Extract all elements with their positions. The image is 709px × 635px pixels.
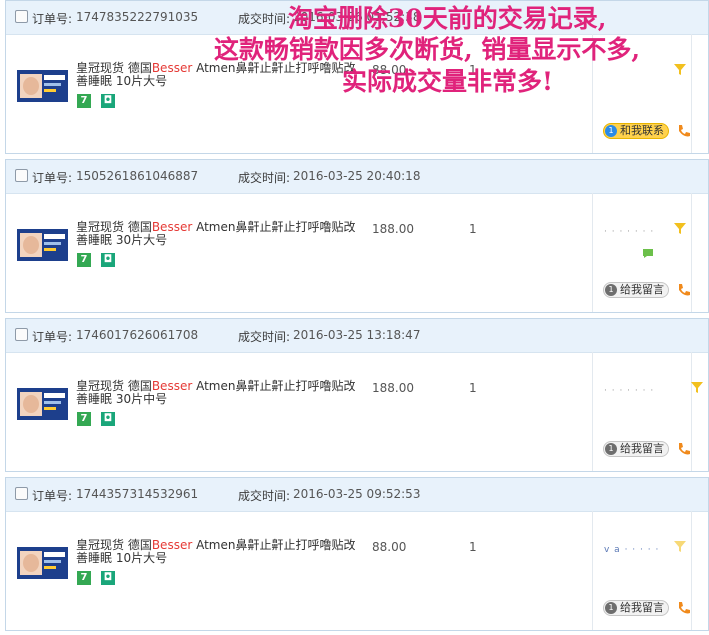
flag-icon[interactable] [672,538,688,554]
deal-time-label: 成交时间: [238,489,291,503]
seven-day-return-icon[interactable]: 7 [77,253,91,267]
order-number-label: 订单号: [32,12,73,26]
order-number-label: 订单号: [32,171,73,185]
order-checkbox[interactable] [15,10,28,23]
seven-day-return-icon[interactable]: 7 [77,412,91,426]
guarantee-icon[interactable]: ◘ [101,571,115,585]
product-thumbnail[interactable] [16,541,69,585]
deal-time-label: 成交时间: [238,330,291,344]
guarantee-icon[interactable]: ◘ [101,253,115,267]
buyer-name-link[interactable] [604,68,664,78]
unit-price: 188.00 [372,381,414,395]
product-title-link[interactable]: 皇冠现货 德国Besser Atmen鼻鼾止鼾止打呼噜贴改善睡眠 10片大号 [76,62,356,88]
chat-count-icon: 1 [605,125,617,137]
leave-message-button[interactable]: 1 给我留言 [603,600,669,616]
chat-count-icon: 1 [605,443,617,455]
seven-day-return-icon[interactable]: 7 [77,571,91,585]
quantity: 1 [469,63,477,77]
order-number-label: 订单号: [32,489,73,503]
quantity: 1 [469,540,477,554]
deal-time: 2016-03-26 01:52:38 [293,10,421,24]
product-title-link[interactable]: 皇冠现货 德国Besser Atmen鼻鼾止鼾止打呼噜贴改善睡眠 30片大号 [76,221,356,247]
chat-count-icon: 1 [605,602,617,614]
product-thumbnail[interactable] [16,382,69,426]
product-title-link[interactable]: 皇冠现货 德国Besser Atmen鼻鼾止鼾止打呼噜贴改善睡眠 30片中号 [76,380,356,406]
deal-time: 2016-03-25 09:52:53 [293,487,421,501]
order-card: 订单号: 1747835222791035 成交时间: 2016-03-26 0… [5,0,709,154]
chat-count-icon: 1 [605,284,617,296]
deal-time: 2016-03-25 13:18:47 [293,328,421,342]
buyer-name-link[interactable]: · · · · · · · [604,227,664,237]
phone-icon[interactable] [676,123,692,139]
order-checkbox[interactable] [15,487,28,500]
order-header: 订单号: 1747835222791035 成交时间: 2016-03-26 0… [6,1,708,35]
product-thumbnail[interactable] [16,64,69,108]
order-card: 订单号: 1744357314532961 成交时间: 2016-03-25 0… [5,477,709,631]
column-divider [592,352,593,471]
order-number: 1747835222791035 [76,10,199,24]
quantity: 1 [469,381,477,395]
guarantee-icon[interactable]: ◘ [101,94,115,108]
buyer-name-link[interactable]: v a · · · · · [604,545,664,555]
order-header: 订单号: 1505261861046887 成交时间: 2016-03-25 2… [6,160,708,194]
buyer-name-link[interactable]: · · · · · · · [604,386,664,396]
deal-time-label: 成交时间: [238,12,291,26]
leave-message-button[interactable]: 1 给我留言 [603,441,669,457]
order-number: 1744357314532961 [76,487,199,501]
column-divider [592,193,593,312]
unit-price: 188.00 [372,222,414,236]
order-checkbox[interactable] [15,328,28,341]
flag-icon[interactable] [689,379,705,395]
product-thumbnail[interactable] [16,223,69,267]
unit-price: 88.00 [372,540,407,554]
order-card: 订单号: 1505261861046887 成交时间: 2016-03-25 2… [5,159,709,313]
order-checkbox[interactable] [15,169,28,182]
order-number: 1505261861046887 [76,169,199,183]
product-title-link[interactable]: 皇冠现货 德国Besser Atmen鼻鼾止鼾止打呼噜贴改善睡眠 10片大号 [76,539,356,565]
phone-icon[interactable] [676,441,692,457]
contact-seller-button[interactable]: 1 和我联系 [603,123,669,139]
deal-time: 2016-03-25 20:40:18 [293,169,421,183]
phone-icon[interactable] [676,600,692,616]
seven-day-return-icon[interactable]: 7 [77,94,91,108]
flag-icon[interactable] [672,61,688,77]
guarantee-icon[interactable]: ◘ [101,412,115,426]
order-header: 订单号: 1744357314532961 成交时间: 2016-03-25 0… [6,478,708,512]
phone-icon[interactable] [676,282,692,298]
unit-price: 88.00 [372,63,407,77]
order-card: 订单号: 1746017626061708 成交时间: 2016-03-25 1… [5,318,709,472]
order-header: 订单号: 1746017626061708 成交时间: 2016-03-25 1… [6,319,708,353]
column-divider [592,34,593,153]
flag-icon[interactable] [672,220,688,236]
column-divider [592,511,593,630]
leave-message-button[interactable]: 1 给我留言 [603,282,669,298]
order-number: 1746017626061708 [76,328,199,342]
message-icon[interactable] [642,248,654,259]
quantity: 1 [469,222,477,236]
deal-time-label: 成交时间: [238,171,291,185]
order-number-label: 订单号: [32,330,73,344]
